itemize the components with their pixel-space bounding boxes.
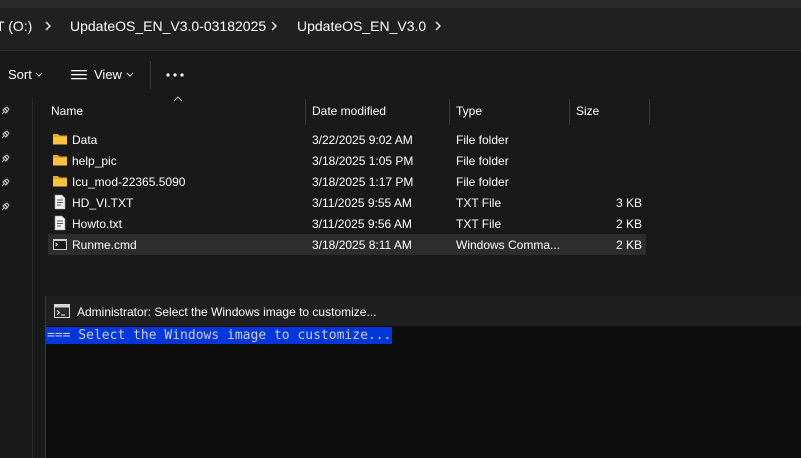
more-options-button[interactable] (160, 51, 190, 97)
chevron-down-icon (126, 72, 134, 77)
file-date: 3/18/2025 8:11 AM (312, 238, 412, 252)
file-name: Icu_mod-22365.5090 (72, 175, 186, 189)
file-row[interactable]: help_pic 3/18/2025 1:05 PM File folder (48, 150, 646, 171)
pin-icon[interactable] (0, 106, 10, 116)
console-window[interactable]: Administrator: Select the Windows image … (45, 296, 801, 458)
file-date: 3/22/2025 9:02 AM (312, 133, 413, 147)
view-label: View (94, 67, 122, 82)
command-prompt-icon (54, 304, 70, 318)
column-header-size[interactable]: Size (576, 104, 599, 118)
file-date: 3/11/2025 9:56 AM (312, 217, 412, 231)
console-title-bar[interactable]: Administrator: Select the Windows image … (46, 296, 801, 326)
file-type: TXT File (456, 217, 502, 231)
file-row-selected[interactable]: Runme.cmd 3/18/2025 8:11 AM Windows Comm… (48, 234, 646, 255)
column-divider[interactable] (569, 99, 570, 125)
view-button[interactable]: View (66, 51, 140, 97)
window-top-strip (0, 0, 801, 8)
command-bar: Sort View (0, 51, 801, 97)
sort-label: Sort (8, 67, 32, 82)
column-divider[interactable] (449, 99, 450, 125)
pin-icon[interactable] (0, 202, 10, 212)
file-type: File folder (456, 175, 509, 189)
file-row[interactable]: Data 3/22/2025 9:02 AM File folder (48, 129, 646, 150)
file-name: Howto.txt (72, 217, 123, 231)
pin-icon[interactable] (0, 154, 10, 164)
file-date: 3/11/2025 9:55 AM (312, 196, 412, 210)
file-size: 2 KB (615, 217, 642, 231)
chevron-right-icon[interactable] (41, 18, 55, 34)
file-size: 2 KB (615, 238, 642, 252)
column-header-row: Name Date modified Type Size (33, 96, 801, 125)
cmd-file-icon (53, 239, 67, 250)
pane-divider[interactable] (32, 97, 33, 458)
column-header-name[interactable]: Name (51, 104, 83, 118)
file-type: File folder (456, 154, 509, 168)
toolbar-divider (150, 61, 151, 89)
breadcrumb-item-drive[interactable]: T (O:) (0, 18, 32, 34)
file-type: TXT File (456, 196, 502, 210)
console-output-line: === Select the Windows image to customiz… (46, 327, 393, 344)
file-name: Data (72, 133, 98, 147)
text-file-icon (54, 215, 66, 231)
folder-icon (53, 176, 67, 187)
file-date: 3/18/2025 1:05 PM (312, 154, 414, 168)
console-title: Administrator: Select the Windows image … (77, 305, 377, 319)
column-header-date[interactable]: Date modified (312, 104, 386, 118)
breadcrumb: T (O:) UpdateOS_EN_V3.0-03182025 UpdateO… (0, 8, 801, 51)
file-row[interactable]: HD_VI.TXT 3/11/2025 9:55 AM TXT File 3 K… (48, 192, 646, 213)
folder-icon (53, 155, 67, 166)
file-name: HD_VI.TXT (72, 196, 134, 210)
chevron-right-icon[interactable] (267, 18, 281, 34)
folder-icon (53, 134, 67, 145)
more-icon (166, 73, 184, 77)
list-view-icon (71, 70, 87, 80)
file-row[interactable]: Icu_mod-22365.5090 3/18/2025 1:17 PM Fil… (48, 171, 646, 192)
file-row[interactable]: Howto.txt 3/11/2025 9:56 AM TXT File 2 K… (48, 213, 646, 234)
chevron-down-icon (35, 72, 43, 77)
file-size: 3 KB (615, 196, 642, 210)
file-name: help_pic (72, 154, 117, 168)
pin-icon[interactable] (0, 178, 10, 188)
pin-icon[interactable] (0, 130, 10, 140)
navigation-pane (0, 97, 32, 327)
breadcrumb-item-current[interactable]: UpdateOS_EN_V3.0 (297, 18, 426, 34)
column-divider[interactable] (649, 99, 650, 125)
chevron-right-icon[interactable] (431, 18, 445, 34)
file-date: 3/18/2025 1:17 PM (312, 175, 414, 189)
sort-ascending-icon (173, 96, 183, 102)
file-type: File folder (456, 133, 509, 147)
column-header-type[interactable]: Type (456, 104, 482, 118)
sort-button[interactable]: Sort (0, 51, 50, 97)
text-file-icon (54, 194, 66, 210)
file-type: Windows Comma... (456, 238, 561, 252)
file-name: Runme.cmd (72, 238, 137, 252)
column-divider[interactable] (305, 99, 306, 125)
breadcrumb-item-parent[interactable]: UpdateOS_EN_V3.0-03182025 (70, 18, 266, 34)
